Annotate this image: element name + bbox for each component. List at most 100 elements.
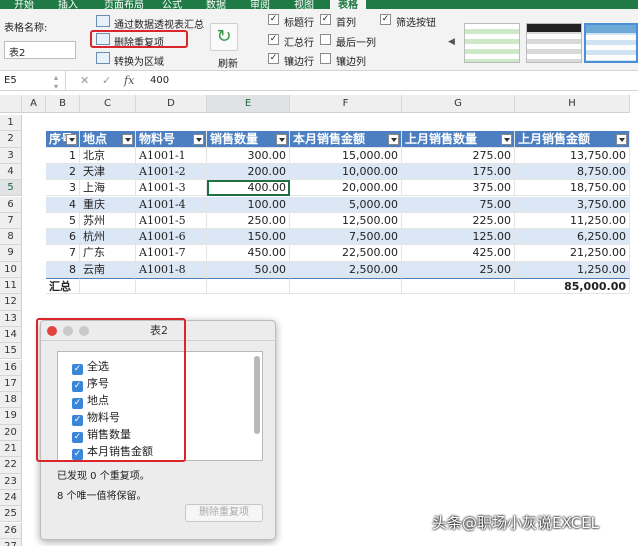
table-header-cell[interactable]: 物料号 [136, 131, 207, 148]
active-cell[interactable]: 400.00 [207, 180, 290, 197]
total-row-checkbox[interactable]: ✓ [268, 34, 279, 45]
row-header[interactable]: 27 [0, 538, 22, 546]
tab-table[interactable]: 表格 [330, 0, 366, 9]
filter-dropdown-icon[interactable] [276, 134, 287, 146]
filter-dropdown-icon[interactable] [193, 134, 204, 146]
row-header[interactable]: 4 [0, 163, 22, 181]
table-cell[interactable]: 5 [46, 212, 80, 230]
column-header-h[interactable]: H [515, 95, 630, 113]
table-header-cell[interactable]: 销售数量 [207, 131, 290, 148]
table-cell[interactable]: A1001-8 [136, 261, 207, 278]
column-header-a[interactable]: A [22, 95, 46, 113]
table-cell[interactable]: 100.00 [207, 196, 290, 213]
table-cell[interactable]: 275.00 [402, 147, 515, 164]
table-cell[interactable]: 11,250.00 [515, 212, 630, 230]
table-cell[interactable]: 北京 [80, 147, 136, 164]
total-row-cell[interactable] [290, 278, 402, 295]
table-cell[interactable]: 重庆 [80, 196, 136, 213]
style-thumb-blue[interactable] [584, 23, 638, 63]
row-header[interactable]: 5 [0, 180, 22, 197]
column-header-c[interactable]: C [80, 95, 136, 113]
row-header[interactable]: 7 [0, 212, 22, 230]
column-header-f[interactable]: F [290, 95, 402, 113]
table-header-cell[interactable]: 序号 [46, 131, 80, 148]
table-cell[interactable]: 225.00 [402, 212, 515, 230]
style-thumb-black[interactable] [526, 23, 582, 63]
first-column-checkbox[interactable]: ✓ [320, 14, 331, 25]
table-cell[interactable]: 18,750.00 [515, 180, 630, 197]
select-all-corner[interactable] [0, 95, 22, 113]
table-cell[interactable]: A1001-3 [136, 180, 207, 197]
table-cell[interactable]: A1001-7 [136, 245, 207, 262]
tab-data[interactable]: 数据 [206, 0, 226, 9]
filter-dropdown-icon[interactable] [501, 134, 512, 146]
row-header[interactable]: 18 [0, 392, 22, 409]
row-header[interactable]: 23 [0, 473, 22, 490]
table-cell[interactable]: 上海 [80, 180, 136, 197]
last-column-checkbox[interactable] [320, 34, 331, 45]
table-cell[interactable]: 250.00 [207, 212, 290, 230]
table-cell[interactable]: A1001-4 [136, 196, 207, 213]
row-header[interactable]: 25 [0, 506, 22, 523]
tab-home[interactable]: 开始 [14, 0, 34, 9]
column-header-e[interactable]: E [207, 95, 290, 113]
table-cell[interactable]: 150.00 [207, 229, 290, 246]
table-cell[interactable]: 天津 [80, 163, 136, 181]
column-header-b[interactable]: B [46, 95, 80, 113]
table-cell[interactable]: A1001-2 [136, 163, 207, 181]
row-header[interactable]: 20 [0, 424, 22, 441]
table-cell[interactable]: 175.00 [402, 163, 515, 181]
row-header[interactable]: 6 [0, 196, 22, 213]
refresh-icon[interactable]: ↻ [210, 23, 238, 51]
confirm-icon[interactable]: ✓ [102, 74, 111, 87]
filter-button-checkbox[interactable]: ✓ [380, 14, 391, 25]
row-header[interactable]: 14 [0, 326, 22, 344]
total-row-value[interactable]: 85,000.00 [515, 278, 630, 295]
column-header-d[interactable]: D [136, 95, 207, 113]
function-icon[interactable]: fx [124, 74, 134, 87]
table-cell[interactable]: A1001-1 [136, 147, 207, 164]
table-cell[interactable]: 125.00 [402, 229, 515, 246]
style-thumb-green[interactable] [464, 23, 520, 63]
table-cell[interactable]: 2 [46, 163, 80, 181]
filter-dropdown-icon[interactable] [388, 134, 399, 146]
row-header[interactable]: 19 [0, 408, 22, 425]
row-header[interactable]: 9 [0, 245, 22, 262]
name-box-stepper-icon[interactable]: ▴ ▾ [54, 73, 58, 91]
table-header-cell[interactable]: 上月销售金额 [515, 131, 630, 148]
header-row-checkbox[interactable]: ✓ [268, 14, 279, 25]
table-cell[interactable]: 1,250.00 [515, 261, 630, 278]
table-cell[interactable]: 3,750.00 [515, 196, 630, 213]
row-header[interactable]: 13 [0, 310, 22, 327]
row-header[interactable]: 15 [0, 343, 22, 360]
banded-rows-checkbox[interactable]: ✓ [268, 53, 279, 64]
table-cell[interactable]: 5,000.00 [290, 196, 402, 213]
row-header[interactable]: 12 [0, 294, 22, 311]
table-cell[interactable]: 6 [46, 229, 80, 246]
tab-page-layout[interactable]: 页面布局 [104, 0, 144, 9]
table-cell[interactable]: 50.00 [207, 261, 290, 278]
table-cell[interactable]: 7,500.00 [290, 229, 402, 246]
tab-view[interactable]: 视图 [294, 0, 314, 9]
table-cell[interactable]: 2,500.00 [290, 261, 402, 278]
total-row-cell[interactable] [207, 278, 290, 295]
filter-dropdown-icon[interactable] [122, 134, 133, 146]
table-header-cell[interactable]: 上月销售数量 [402, 131, 515, 148]
tab-review[interactable]: 审阅 [250, 0, 270, 9]
row-header[interactable]: 16 [0, 359, 22, 376]
total-row-cell[interactable] [402, 278, 515, 295]
cancel-icon[interactable]: ✕ [80, 74, 89, 87]
row-header[interactable]: 22 [0, 457, 22, 474]
filter-dropdown-icon[interactable] [66, 134, 77, 146]
checklist-scrollbar[interactable] [254, 356, 260, 434]
row-header[interactable]: 21 [0, 441, 22, 458]
table-cell[interactable]: 3 [46, 180, 80, 197]
table-cell[interactable]: 10,000.00 [290, 163, 402, 181]
pivot-summary-button[interactable]: 通过数据透视表汇总 [114, 16, 204, 31]
row-header[interactable]: 1 [0, 115, 22, 132]
table-cell[interactable]: 21,250.00 [515, 245, 630, 262]
table-cell[interactable]: 8 [46, 261, 80, 278]
tab-insert[interactable]: 插入 [58, 0, 78, 9]
table-cell[interactable]: 22,500.00 [290, 245, 402, 262]
table-cell[interactable]: 75.00 [402, 196, 515, 213]
